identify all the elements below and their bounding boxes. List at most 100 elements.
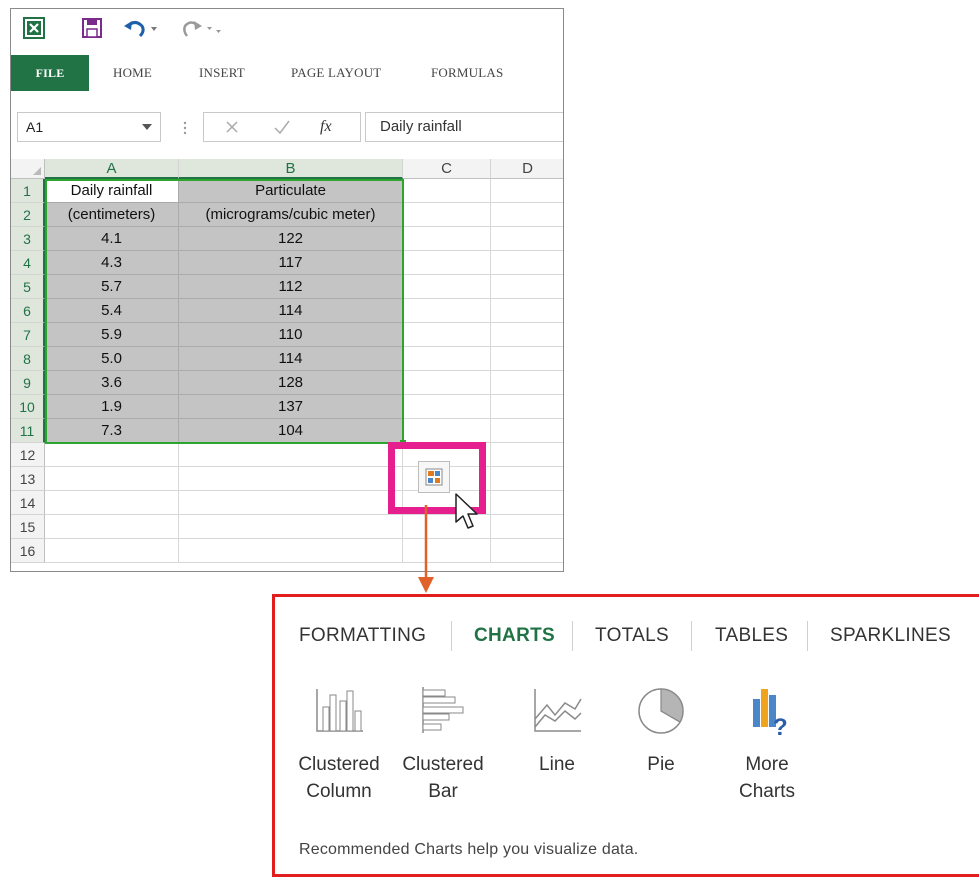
tab-home[interactable]: HOME: [113, 55, 152, 91]
more-charts-button[interactable]: ? More Charts: [717, 685, 817, 805]
cell[interactable]: 5.7: [45, 275, 179, 299]
confirm-check-icon[interactable]: [274, 120, 290, 134]
cell[interactable]: 7.3: [45, 419, 179, 443]
cell[interactable]: [179, 539, 403, 563]
cell[interactable]: [491, 395, 563, 419]
cell[interactable]: 117: [179, 251, 403, 275]
tab-formatting[interactable]: FORMATTING: [299, 619, 426, 653]
cell[interactable]: [491, 443, 563, 467]
cancel-icon[interactable]: [226, 121, 238, 133]
pie-chart-button[interactable]: Pie: [611, 685, 711, 778]
cell[interactable]: [491, 467, 563, 491]
tab-tables[interactable]: TABLES: [715, 619, 788, 653]
cell[interactable]: [491, 419, 563, 443]
cell[interactable]: 3.6: [45, 371, 179, 395]
cell[interactable]: [45, 539, 179, 563]
column-header-d[interactable]: D: [491, 159, 563, 179]
row-header[interactable]: 15: [11, 515, 45, 539]
row-header[interactable]: 1: [11, 179, 45, 203]
cell[interactable]: 4.3: [45, 251, 179, 275]
cell[interactable]: [179, 443, 403, 467]
row-header[interactable]: 7: [11, 323, 45, 347]
cell[interactable]: (centimeters): [45, 203, 179, 227]
row-header[interactable]: 12: [11, 443, 45, 467]
row-header[interactable]: 14: [11, 491, 45, 515]
cell[interactable]: Daily rainfall: [45, 179, 179, 203]
cell[interactable]: [179, 491, 403, 515]
cell[interactable]: [403, 347, 491, 371]
cell[interactable]: 5.9: [45, 323, 179, 347]
cell[interactable]: [491, 179, 563, 203]
cell[interactable]: [403, 371, 491, 395]
cell[interactable]: [179, 467, 403, 491]
tab-sparklines[interactable]: SPARKLINES: [830, 619, 951, 653]
cell[interactable]: [491, 323, 563, 347]
tab-totals[interactable]: TOTALS: [595, 619, 669, 653]
row-header[interactable]: 4: [11, 251, 45, 275]
name-box[interactable]: A1: [17, 112, 161, 142]
cell[interactable]: [45, 467, 179, 491]
clustered-column-button[interactable]: Clustered Column: [289, 685, 389, 805]
cell[interactable]: [45, 443, 179, 467]
cell[interactable]: [403, 419, 491, 443]
tab-page-layout[interactable]: PAGE LAYOUT: [291, 55, 381, 91]
select-all-corner[interactable]: [11, 159, 45, 179]
row-header[interactable]: 16: [11, 539, 45, 563]
cell[interactable]: [403, 203, 491, 227]
cell[interactable]: [403, 251, 491, 275]
tab-charts[interactable]: CHARTS: [474, 619, 555, 653]
row-header[interactable]: 5: [11, 275, 45, 299]
line-chart-button[interactable]: Line: [507, 685, 607, 778]
cell[interactable]: [491, 203, 563, 227]
cell[interactable]: 137: [179, 395, 403, 419]
cell[interactable]: 4.1: [45, 227, 179, 251]
cell[interactable]: [491, 275, 563, 299]
cell[interactable]: 1.9: [45, 395, 179, 419]
quick-analysis-button[interactable]: [418, 461, 450, 493]
cell[interactable]: [491, 227, 563, 251]
undo-icon[interactable]: [123, 17, 161, 39]
column-header-a[interactable]: A: [45, 159, 179, 179]
row-header[interactable]: 2: [11, 203, 45, 227]
cell[interactable]: [403, 323, 491, 347]
cell[interactable]: 112: [179, 275, 403, 299]
cell[interactable]: [491, 539, 563, 563]
cell[interactable]: [491, 347, 563, 371]
row-header[interactable]: 8: [11, 347, 45, 371]
cell[interactable]: 5.0: [45, 347, 179, 371]
tab-file[interactable]: FILE: [11, 55, 89, 91]
insert-function-icon[interactable]: fx: [320, 118, 332, 136]
row-header[interactable]: 11: [11, 419, 45, 443]
cell[interactable]: 114: [179, 347, 403, 371]
tab-formulas[interactable]: FORMULAS: [431, 55, 503, 91]
row-header[interactable]: 6: [11, 299, 45, 323]
column-header-b[interactable]: B: [179, 159, 403, 179]
clustered-bar-button[interactable]: Clustered Bar: [393, 685, 493, 805]
cell[interactable]: [403, 299, 491, 323]
row-header[interactable]: 13: [11, 467, 45, 491]
row-header[interactable]: 3: [11, 227, 45, 251]
cell[interactable]: [403, 227, 491, 251]
cell[interactable]: [491, 371, 563, 395]
cell[interactable]: [179, 515, 403, 539]
cell[interactable]: [45, 491, 179, 515]
row-header[interactable]: 9: [11, 371, 45, 395]
cell[interactable]: [491, 515, 563, 539]
cell[interactable]: [491, 491, 563, 515]
cell[interactable]: [403, 275, 491, 299]
tab-insert[interactable]: INSERT: [199, 55, 245, 91]
formula-input[interactable]: Daily rainfall: [365, 112, 563, 142]
cell[interactable]: [403, 395, 491, 419]
cell[interactable]: (micrograms/cubic meter): [179, 203, 403, 227]
row-header[interactable]: 10: [11, 395, 45, 419]
redo-icon[interactable]: [181, 17, 221, 39]
cell[interactable]: [45, 515, 179, 539]
chevron-down-icon[interactable]: [142, 124, 152, 130]
cell[interactable]: [403, 179, 491, 203]
cell[interactable]: [491, 251, 563, 275]
column-header-c[interactable]: C: [403, 159, 491, 179]
cell[interactable]: Particulate: [179, 179, 403, 203]
cell[interactable]: 114: [179, 299, 403, 323]
save-icon[interactable]: [81, 17, 103, 39]
cell[interactable]: [491, 299, 563, 323]
